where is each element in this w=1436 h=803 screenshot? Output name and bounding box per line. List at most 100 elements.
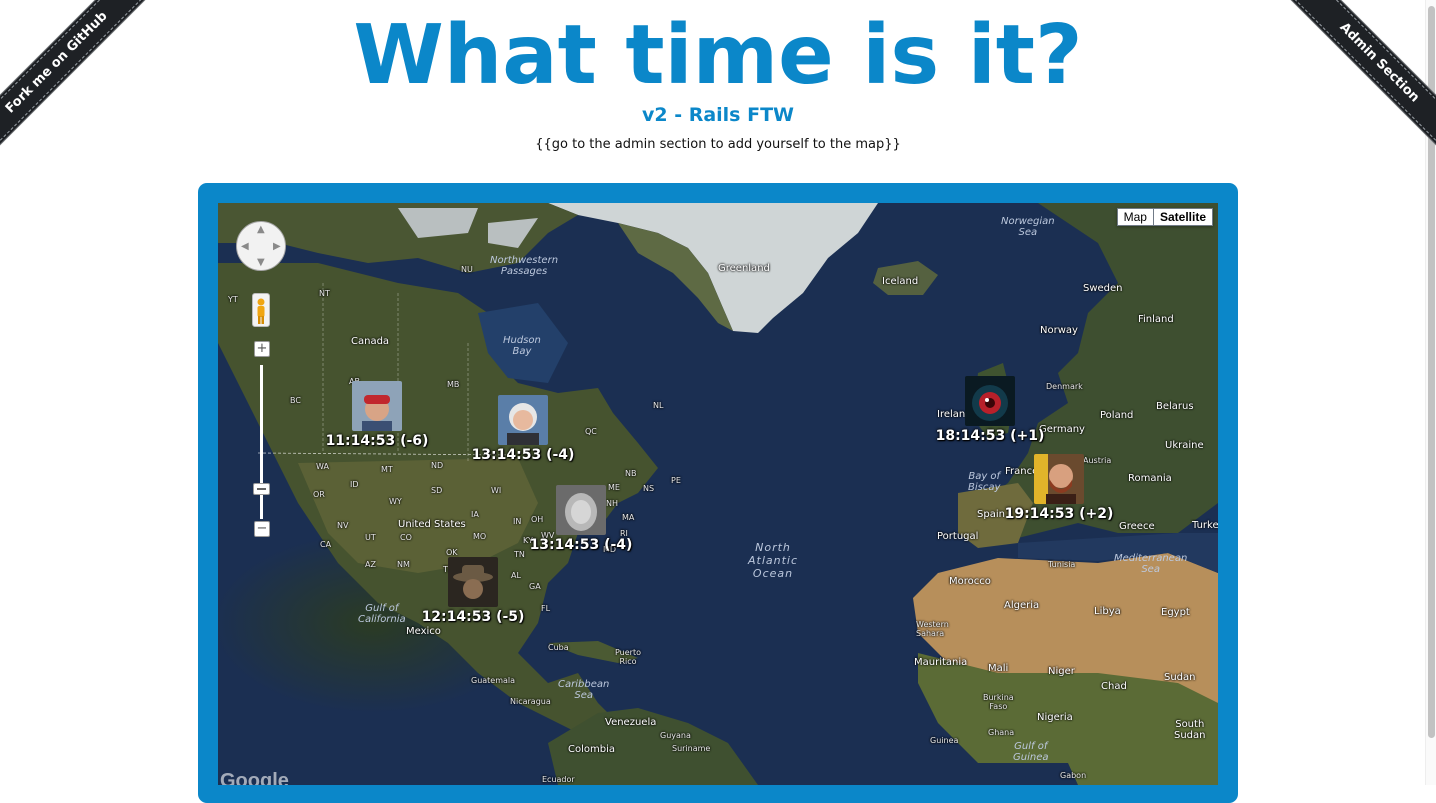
label-ecuador: Ecuador: [542, 775, 575, 784]
map-frame: Greenland Iceland Norwegian Sea Sweden F…: [198, 183, 1238, 803]
label-guyana: Guyana: [660, 731, 691, 740]
label-ia: IA: [471, 510, 479, 519]
label-or: OR: [313, 490, 325, 499]
label-ok: OK: [446, 548, 458, 557]
label-turkey: Turke: [1192, 520, 1218, 531]
map-type-map-button[interactable]: Map: [1117, 209, 1153, 225]
zoom-slider-thumb[interactable]: [253, 483, 270, 495]
label-nu: NU: [461, 265, 473, 274]
label-canada: Canada: [351, 336, 390, 347]
label-bay-of-biscay: Bay of Biscay: [968, 471, 1001, 493]
zoom-in-button[interactable]: +: [254, 341, 270, 357]
marker-user: 19:14:53 (+2): [1004, 454, 1114, 522]
user-photo-red-cap[interactable]: [352, 381, 402, 431]
label-united-states: United States: [398, 519, 466, 530]
label-sweden: Sweden: [1083, 283, 1123, 294]
zoom-out-button[interactable]: −: [254, 521, 270, 537]
admin-ribbon-container: Admin Section: [1286, 0, 1436, 150]
label-puerto-rico: Puerto Rico: [615, 648, 641, 666]
label-nb: NB: [625, 469, 637, 478]
label-burkina-faso: Burkina Faso: [983, 693, 1014, 711]
label-nv: NV: [337, 521, 349, 530]
label-romania: Romania: [1128, 473, 1172, 484]
label-ut: UT: [365, 533, 376, 542]
label-norway: Norway: [1040, 325, 1078, 336]
user-photo-bw-blurred[interactable]: [556, 485, 606, 535]
marker-user: 13:14:53 (-4): [468, 395, 578, 463]
zoom-slider-track[interactable]: [260, 365, 263, 519]
label-ukraine: Ukraine: [1165, 440, 1204, 451]
label-ns: NS: [643, 484, 655, 493]
user-photo-white-hair[interactable]: [498, 395, 548, 445]
page-title: What time is it?: [353, 8, 1083, 103]
label-germany: Germany: [1039, 424, 1085, 435]
label-chad: Chad: [1101, 681, 1127, 692]
label-belarus: Belarus: [1156, 401, 1194, 412]
user-photo-red-eye[interactable]: [965, 376, 1015, 426]
label-gulf-of-guinea: Gulf of Guinea: [1013, 741, 1049, 763]
street-view-pegman-icon[interactable]: [252, 293, 270, 327]
label-mexico: Mexico: [406, 626, 441, 637]
label-bc: BC: [290, 396, 301, 405]
label-nd: ND: [431, 461, 444, 470]
pan-right-icon[interactable]: ▶: [273, 242, 281, 252]
label-mali: Mali: [988, 663, 1009, 674]
label-fl: FL: [541, 604, 551, 613]
label-nl: NL: [653, 401, 664, 410]
label-wa: WA: [316, 462, 329, 471]
marker-time: 13:14:53 (-4): [471, 447, 575, 463]
admin-section-link[interactable]: Admin Section: [1287, 0, 1436, 150]
pan-control[interactable]: ▲ ▼ ◀ ▶: [236, 221, 286, 271]
label-nt: NT: [319, 289, 330, 298]
marker-user: 18:14:53 (+1): [935, 376, 1045, 444]
label-western-sahara: Western Sahara: [916, 620, 949, 638]
marker-user: 11:14:53 (-6): [322, 381, 432, 449]
map-type-satellite-button[interactable]: Satellite: [1152, 209, 1212, 225]
world-map[interactable]: Greenland Iceland Norwegian Sea Sweden F…: [218, 203, 1218, 785]
google-logo[interactable]: Google: [220, 770, 289, 785]
pan-down-icon[interactable]: ▼: [257, 258, 265, 268]
github-ribbon-container: Fork me on GitHub: [0, 0, 150, 150]
label-id: ID: [350, 480, 359, 489]
pan-up-icon[interactable]: ▲: [257, 225, 265, 235]
pan-left-icon[interactable]: ◀: [241, 242, 249, 252]
label-az: AZ: [365, 560, 376, 569]
marker-user: 12:14:53 (-5): [418, 557, 528, 625]
user-photo-hat[interactable]: [448, 557, 498, 607]
label-gabon: Gabon: [1060, 771, 1087, 780]
fork-on-github-link[interactable]: Fork me on GitHub: [0, 0, 149, 150]
label-spain: Spain: [977, 509, 1005, 520]
label-cuba: Cuba: [548, 643, 569, 652]
label-mauritania: Mauritania: [914, 657, 968, 668]
label-mb: MB: [447, 380, 460, 389]
label-south-sudan: South Sudan: [1174, 719, 1206, 741]
label-suriname: Suriname: [672, 744, 711, 753]
label-finland: Finland: [1138, 314, 1174, 325]
label-qc: QC: [585, 427, 597, 436]
label-ca: CA: [320, 540, 332, 549]
label-north-atlantic: North Atlantic Ocean: [748, 541, 799, 580]
label-nicaragua: Nicaragua: [510, 697, 551, 706]
label-mo: MO: [473, 532, 487, 541]
label-portugal: Portugal: [937, 531, 979, 542]
user-photo-bald-beard[interactable]: [1034, 454, 1084, 504]
label-in: IN: [513, 517, 522, 526]
label-algeria: Algeria: [1004, 600, 1040, 611]
label-iceland: Iceland: [882, 276, 919, 287]
label-mediterranean: Mediterranean Sea: [1114, 553, 1188, 575]
marker-time: 11:14:53 (-6): [325, 433, 429, 449]
label-wi: WI: [491, 486, 502, 495]
marker-time: 19:14:53 (+2): [1004, 506, 1114, 522]
marker-time: 18:14:53 (+1): [935, 428, 1045, 444]
label-mt: MT: [381, 465, 393, 474]
label-morocco: Morocco: [949, 576, 991, 587]
label-sudan: Sudan: [1164, 672, 1196, 683]
label-ga: GA: [529, 582, 541, 591]
label-norwegian-sea: Norwegian Sea: [1001, 216, 1055, 238]
label-hudson-bay: Hudson Bay: [503, 335, 541, 357]
label-colombia: Colombia: [568, 744, 615, 755]
marker-user: 13:14:53 (-4): [526, 485, 636, 553]
label-yt: YT: [228, 295, 238, 304]
label-wy: WY: [389, 497, 402, 506]
label-gulf-of-california: Gulf of California: [358, 603, 406, 625]
